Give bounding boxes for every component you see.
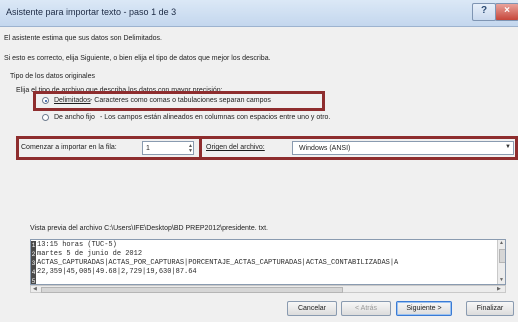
delimited-label[interactable]: Delimitados [54,97,91,104]
preview-row: 4 22,359|45,005|49.68|2,729|19,630|87.64 [31,268,499,277]
preview-row-text: martes 5 de junio de 2012 [37,250,143,258]
cancel-button[interactable]: Cancelar [287,301,337,316]
spin-down-icon[interactable]: ▼ [188,148,193,154]
preview-row-number: 2 [31,250,36,259]
options-divider [199,138,202,158]
preview-row-number: 5 [31,277,36,285]
window-title: Asistente para importar texto - paso 1 d… [6,7,177,17]
preview-row: 1 13:15 horas (TUC-5) [31,241,499,250]
delimited-desc: - Caracteres como comas o tabulaciones s… [90,97,271,104]
fixed-width-label[interactable]: De ancho fijo [54,114,95,121]
intro-line-1: El asistente estima que sus datos son De… [4,35,162,42]
preview-label: Vista previa del archivo C:\Users\IFE\De… [30,225,268,232]
preview-row-number: 1 [31,241,36,250]
start-row-input[interactable]: 1 ▲ ▼ [142,141,194,155]
scroll-left-icon[interactable]: ◀ [33,286,37,292]
origin-select[interactable]: Windows (ANSI) ▼ [292,141,514,155]
scrollbar-thumb[interactable] [499,249,505,263]
delimited-radio[interactable] [42,97,49,104]
preview-row-number: 4 [31,268,36,277]
scroll-down-icon[interactable]: ▼ [499,277,504,283]
next-button[interactable]: Siguiente > [396,301,452,316]
fixed-width-desc: - Los campos están alineados en columnas… [100,114,331,121]
back-button[interactable]: < Atrás [341,301,391,316]
start-row-label: Comenzar a importar en la fila: [21,144,117,151]
help-icon: ? [480,5,488,16]
scroll-up-icon[interactable]: ▲ [499,240,504,246]
preview-horizontal-scrollbar[interactable]: ◀ ▶ [30,285,506,293]
preview-row: 3 ACTAS_CAPTURADAS|ACTAS_POR_CAPTURAS|PO… [31,259,499,268]
preview-row: 5 [31,277,499,285]
data-type-heading: Tipo de los datos originales [10,73,95,80]
preview-row-text: 13:15 horas (TUC-5) [37,241,117,249]
preview-row-text: 22,359|45,005|49.68|2,729|19,630|87.64 [37,268,197,276]
chevron-down-icon[interactable]: ▼ [505,144,511,150]
close-icon: × [504,5,510,16]
preview-row: 2 martes 5 de junio de 2012 [31,250,499,259]
help-button[interactable]: ? [472,3,496,21]
origin-label: Origen del archivo: [206,144,265,151]
preview-row-text: ACTAS_CAPTURADAS|ACTAS_POR_CAPTURAS|PORC… [37,259,399,267]
scroll-right-icon[interactable]: ▶ [497,286,501,292]
fixed-width-radio[interactable] [42,114,49,121]
title-bar: Asistente para importar texto - paso 1 d… [0,0,518,27]
start-row-value: 1 [146,145,150,152]
close-button[interactable]: × [495,3,518,21]
preview-row-number: 3 [31,259,36,268]
scrollbar-thumb[interactable] [41,287,343,293]
preview-box[interactable]: 1 13:15 horas (TUC-5) 2 martes 5 de juni… [30,239,506,285]
intro-line-2: Si esto es correcto, elija Siguiente, o … [4,55,271,62]
origin-value: Windows (ANSI) [299,145,351,152]
finish-button[interactable]: Finalizar [466,301,514,316]
preview-vertical-scrollbar[interactable]: ▲ ▼ [497,240,505,284]
